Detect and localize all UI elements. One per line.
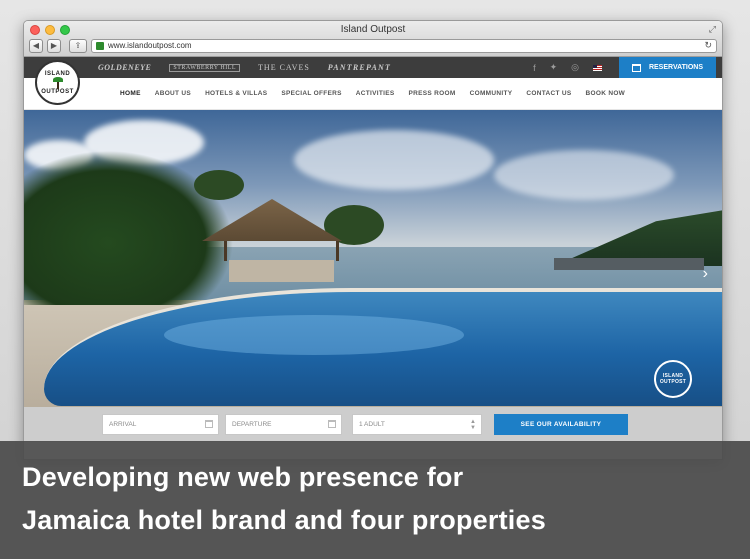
property-link-strawberry-hill[interactable]: STRAWBERRY HILL xyxy=(169,63,241,72)
favicon-icon xyxy=(96,41,104,50)
calendar-icon xyxy=(631,63,641,72)
next-slide-icon[interactable]: › xyxy=(703,265,708,283)
nav-contact-us[interactable]: CONTACT US xyxy=(526,90,571,97)
share-button[interactable]: ⇪ xyxy=(69,38,87,53)
see-availability-button[interactable]: SEE OUR AVAILABILITY xyxy=(494,414,628,435)
departure-field[interactable]: DEPARTURE xyxy=(225,414,342,435)
facebook-icon[interactable]: f xyxy=(533,63,536,73)
nav-press-room[interactable]: PRESS ROOM xyxy=(409,90,456,97)
palm-icon xyxy=(52,76,63,89)
reservations-label: RESERVATIONS xyxy=(648,64,704,71)
palm-tree xyxy=(194,170,244,200)
guests-value: 1 ADULT xyxy=(359,421,385,428)
arrival-field[interactable]: ARRIVAL xyxy=(102,414,219,435)
back-button[interactable]: ◀ xyxy=(29,38,43,53)
cloud xyxy=(494,150,674,200)
hero-image: › ISLAND OUTPOST xyxy=(24,110,722,407)
website: ISLAND OUTPOST GOLDENEYE STRAWBERRY HILL… xyxy=(24,57,722,459)
forward-button[interactable]: ▶ xyxy=(47,38,61,53)
booking-bar: ARRIVAL DEPARTURE 1 ADULT ▲ ▼ SEE OUR AVA… xyxy=(24,407,722,442)
reload-icon[interactable]: ↻ xyxy=(704,40,712,51)
calendar-icon[interactable] xyxy=(328,420,336,428)
caption-line-2: Jamaica hotel brand and four properties xyxy=(22,505,546,535)
nav-community[interactable]: COMMUNITY xyxy=(470,90,513,97)
hut-base xyxy=(229,260,334,282)
social-links: f ✦ ◎ xyxy=(533,57,602,78)
properties-bar: GOLDENEYE STRAWBERRY HILL THE CAVES PANT… xyxy=(24,57,722,78)
address-bar[interactable]: www.islandoutpost.com ↻ xyxy=(91,38,717,53)
nav-about-us[interactable]: ABOUT US xyxy=(155,90,191,97)
nav-book-now[interactable]: BOOK NOW xyxy=(586,90,626,97)
hero-watermark-logo: ISLAND OUTPOST xyxy=(654,360,692,398)
url-text: www.islandoutpost.com xyxy=(108,41,192,50)
arrival-placeholder: ARRIVAL xyxy=(109,421,137,428)
property-link-pantrepant[interactable]: PANTREPANT xyxy=(328,63,391,72)
departure-placeholder: DEPARTURE xyxy=(232,421,272,428)
select-arrows-icon: ▲ ▼ xyxy=(470,419,476,431)
dock xyxy=(554,258,704,270)
browser-toolbar: ◀ ▶ ⇪ www.islandoutpost.com ↻ xyxy=(29,37,717,54)
caption-line-1: Developing new web presence for xyxy=(22,462,464,492)
site-logo[interactable]: ISLAND OUTPOST xyxy=(35,60,80,105)
title-bar: Island Outpost ⤢ ◀ ▶ ⇪ www.islandoutpost… xyxy=(24,21,722,57)
us-flag-icon[interactable] xyxy=(593,64,602,71)
fullscreen-icon[interactable]: ⤢ xyxy=(709,24,716,35)
caption-banner xyxy=(0,441,750,559)
window-title: Island Outpost xyxy=(340,24,406,35)
nav-activities[interactable]: ACTIVITIES xyxy=(356,90,395,97)
property-link-the-caves[interactable]: THE CAVES xyxy=(258,63,310,72)
reservations-button[interactable]: RESERVATIONS xyxy=(619,57,716,78)
calendar-icon[interactable] xyxy=(205,420,213,428)
property-link-goldeneye[interactable]: GOLDENEYE xyxy=(98,63,151,72)
twitter-icon[interactable]: ✦ xyxy=(550,62,558,73)
guests-select[interactable]: 1 ADULT ▲ ▼ xyxy=(352,414,482,435)
nav-special-offers[interactable]: SPECIAL OFFERS xyxy=(281,90,341,97)
nav-hotels-villas[interactable]: HOTELS & VILLAS xyxy=(205,90,267,97)
watermark-bottom: OUTPOST xyxy=(659,379,687,385)
pool-reflection xyxy=(164,315,464,355)
browser-window: Island Outpost ⤢ ◀ ▶ ⇪ www.islandoutpost… xyxy=(23,20,723,460)
nav-home[interactable]: HOME xyxy=(120,90,141,97)
main-nav: HOME ABOUT US HOTELS & VILLAS SPECIAL OF… xyxy=(24,78,722,110)
cloud xyxy=(294,130,494,190)
hut-posts xyxy=(224,241,339,261)
logo-bottom-text: OUTPOST xyxy=(41,88,74,95)
tripadvisor-icon[interactable]: ◎ xyxy=(571,62,579,73)
